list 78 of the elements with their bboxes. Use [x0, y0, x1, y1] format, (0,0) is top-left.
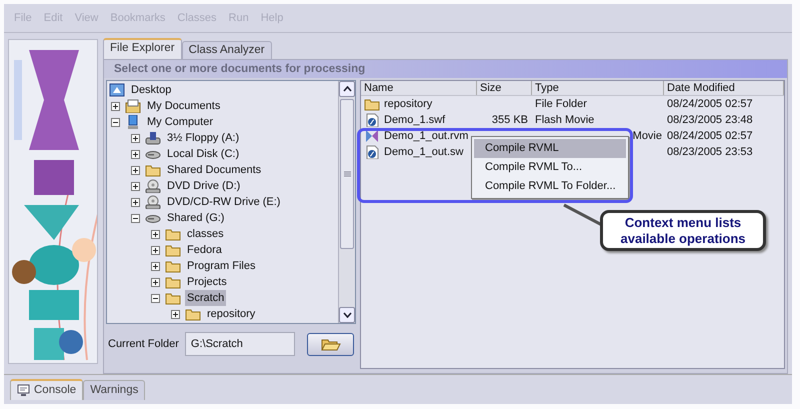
- tree-item[interactable]: Local Disk (C:): [165, 146, 242, 162]
- expander-icon[interactable]: [131, 182, 140, 190]
- rvml-file-icon: [364, 129, 380, 143]
- file-name[interactable]: Demo_1_out.rvm: [384, 128, 468, 144]
- file-name[interactable]: Demo_1.swf: [384, 112, 446, 128]
- expander-icon[interactable]: [151, 230, 160, 238]
- column-header[interactable]: Date Modified: [664, 81, 784, 95]
- panel-header: Select one or more documents for processing: [104, 60, 787, 78]
- folder-icon: [165, 243, 181, 257]
- callout-bubble: Context menu lists available operations: [600, 210, 766, 251]
- disc-drive-icon: [145, 195, 161, 209]
- folder-icon: [320, 337, 340, 351]
- floppy-drive-icon: [145, 131, 161, 145]
- menu-item[interactable]: Compile RVML To...: [474, 158, 626, 177]
- desktop-icon: [109, 83, 125, 97]
- expander-icon[interactable]: [131, 198, 140, 206]
- expander-icon[interactable]: [151, 278, 160, 286]
- file-date: 08/23/2005 23:48: [667, 114, 753, 126]
- computer-icon: [125, 115, 141, 129]
- expander-icon[interactable]: [111, 118, 120, 126]
- file-date: 08/23/2005 23:53: [667, 146, 753, 158]
- folder-icon: [165, 275, 181, 289]
- menu-item[interactable]: Compile RVML: [474, 139, 626, 158]
- disc-drive-icon: [145, 179, 161, 193]
- menu-item[interactable]: Compile RVML To Folder...: [474, 177, 626, 196]
- tree-item[interactable]: Scratch: [185, 290, 226, 306]
- tab[interactable]: Warnings: [83, 380, 146, 400]
- file-name[interactable]: Demo_1_out.sw: [384, 144, 464, 160]
- folder-icon: [165, 259, 181, 273]
- expander-icon[interactable]: [111, 102, 120, 110]
- expander-icon[interactable]: [131, 134, 140, 142]
- browse-folder-button[interactable]: [307, 332, 354, 356]
- folder-icon: [165, 291, 181, 305]
- documents-icon: [125, 99, 141, 113]
- file-date: 08/24/2005 02:57: [667, 98, 753, 110]
- expander-icon[interactable]: [171, 310, 180, 318]
- current-folder-field[interactable]: G:\Scratch: [184, 332, 295, 356]
- tree-item[interactable]: repository: [205, 306, 258, 322]
- tab[interactable]: File Explorer: [103, 38, 182, 59]
- grip-icon: [344, 171, 350, 177]
- tree-item[interactable]: My Documents: [145, 98, 222, 114]
- folder-icon: [165, 227, 181, 241]
- tree-item[interactable]: DVD/CD-RW Drive (E:): [165, 194, 282, 210]
- expander-icon[interactable]: [151, 246, 160, 254]
- file-date: 08/24/2005 02:57: [667, 130, 753, 142]
- tree-item[interactable]: Fedora: [185, 242, 224, 258]
- tab[interactable]: Class Analyzer: [182, 41, 272, 59]
- tree-item[interactable]: Desktop: [129, 82, 174, 98]
- scroll-down-icon[interactable]: [339, 307, 355, 323]
- tree-item[interactable]: Program Files: [185, 258, 258, 274]
- tree-item[interactable]: Shared Documents: [165, 162, 264, 178]
- scroll-up-icon[interactable]: [339, 81, 355, 97]
- file-type: File Folder: [535, 98, 587, 110]
- column-header[interactable]: Name: [361, 81, 477, 95]
- expander-icon[interactable]: [131, 150, 140, 158]
- file-type: Flash Movie: [535, 114, 594, 126]
- file-size: 355 KB: [492, 114, 528, 126]
- column-header[interactable]: Type: [532, 81, 664, 95]
- tree-item[interactable]: Shared (G:): [165, 210, 226, 226]
- expander-icon[interactable]: [151, 294, 160, 302]
- expander-icon[interactable]: [131, 214, 140, 222]
- current-folder-label: Current Folder: [108, 336, 179, 352]
- flash-file-icon: [364, 113, 380, 127]
- expander-icon[interactable]: [151, 262, 160, 270]
- tree-item[interactable]: DVD Drive (D:): [165, 178, 242, 194]
- flash-file-icon: [364, 145, 380, 159]
- tree-item[interactable]: My Computer: [145, 114, 216, 130]
- tree-item[interactable]: Projects: [185, 274, 229, 290]
- tree-item[interactable]: classes: [185, 226, 226, 242]
- scrollbar[interactable]: [338, 81, 355, 323]
- file-name[interactable]: repository: [384, 96, 432, 112]
- tree-item[interactable]: 3½ Floppy (A:): [165, 130, 242, 146]
- column-header[interactable]: Size: [477, 81, 532, 95]
- expander-icon[interactable]: [131, 166, 140, 174]
- monitor-icon: [17, 384, 30, 396]
- file-type: Movie: [632, 130, 662, 142]
- folder-icon: [145, 163, 161, 177]
- tab[interactable]: Console: [10, 378, 84, 400]
